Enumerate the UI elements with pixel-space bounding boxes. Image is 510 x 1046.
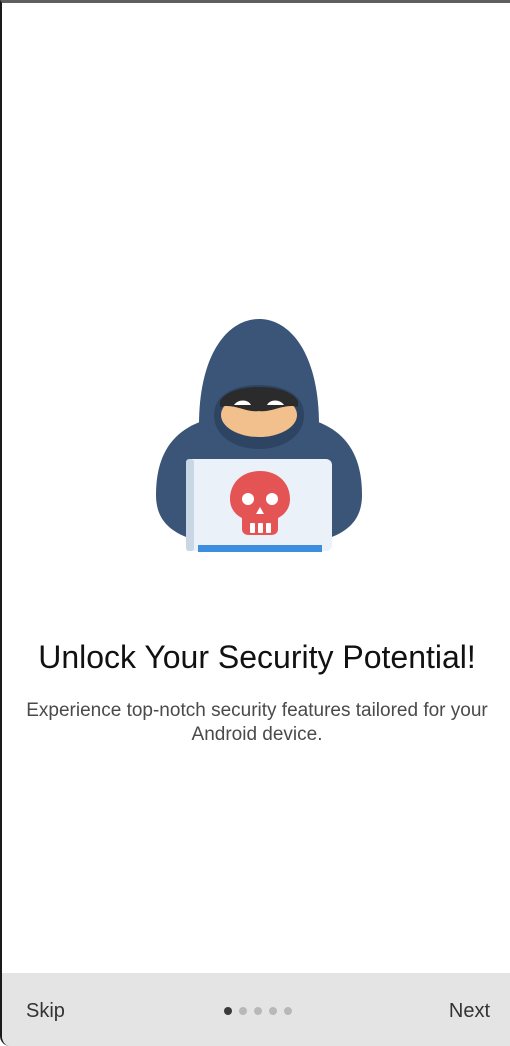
- onboarding-bottom-bar: Skip Next: [2, 973, 510, 1046]
- skull-eye-right: [266, 493, 278, 505]
- hacker-illustration: [152, 315, 366, 555]
- page-dot-4[interactable]: [269, 1007, 277, 1015]
- hacker-illustration-svg: [156, 319, 362, 552]
- laptop-base-bar: [198, 545, 322, 552]
- skip-button[interactable]: Skip: [26, 997, 65, 1025]
- laptop-edge: [186, 459, 194, 551]
- skull-tooth-3: [266, 523, 271, 533]
- page-dot-1[interactable]: [224, 1007, 232, 1015]
- onboarding-title: Unlock Your Security Potential!: [38, 639, 476, 675]
- skull-tooth-1: [250, 523, 255, 533]
- next-button[interactable]: Next: [449, 997, 490, 1025]
- onboarding-subtitle: Experience top-notch security features t…: [26, 700, 488, 745]
- page-indicator: [224, 1007, 292, 1015]
- page-dot-5[interactable]: [284, 1007, 292, 1015]
- page-dot-2[interactable]: [239, 1007, 247, 1015]
- skull-eye-left: [242, 493, 254, 505]
- skull-tooth-2: [258, 523, 263, 533]
- onboarding-screen: Unlock Your Security Potential! Experien…: [0, 0, 510, 1046]
- page-dot-3[interactable]: [254, 1007, 262, 1015]
